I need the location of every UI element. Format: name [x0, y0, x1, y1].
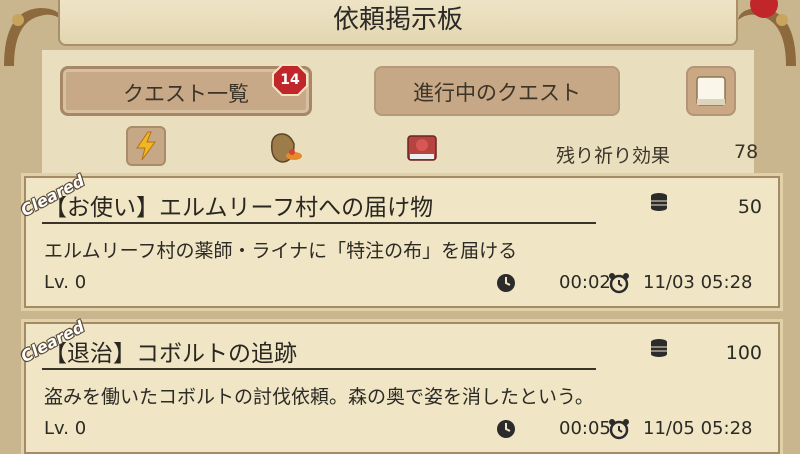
coin-stack-icon	[651, 339, 667, 357]
tab-quest-list-label: クエスト一覧	[123, 82, 249, 106]
quest-duration: 00:02	[559, 272, 611, 293]
clock-icon	[497, 274, 515, 292]
journal-button[interactable]	[686, 66, 736, 116]
coin-stack-icon	[651, 193, 667, 211]
divider	[42, 222, 596, 224]
quest-deadline: 11/03 05:28	[643, 272, 753, 293]
filter-bag[interactable]	[264, 126, 304, 166]
journal-icon	[696, 76, 726, 106]
quest-title: 【お使い】エルムリーフ村への届け物	[44, 195, 434, 221]
quest-title: 【退治】コボルトの追跡	[44, 341, 297, 367]
quest-reward: 100	[725, 342, 762, 364]
alarm-clock-icon	[609, 273, 629, 294]
quest-reward: 50	[737, 196, 762, 218]
quest-level: Lv. 0	[44, 272, 87, 293]
bag-icon	[270, 133, 302, 163]
tab-in-progress-label: 進行中のクエスト	[413, 81, 581, 105]
page-title: 依頼掲示板	[332, 5, 463, 35]
quest-duration: 00:05	[559, 418, 611, 439]
quest-deadline: 11/05 05:28	[643, 418, 753, 439]
clock-icon	[497, 420, 515, 438]
prayer-effect-value: 78	[734, 141, 759, 163]
quest-count: 14	[280, 72, 300, 88]
page-title-banner: 依頼掲示板	[58, 0, 738, 46]
quest-level: Lv. 0	[44, 418, 87, 439]
quest-count-badge: 14	[272, 64, 308, 96]
prayer-effect-label: 残り祈り効果	[556, 145, 671, 167]
tab-in-progress[interactable]: 進行中のクエスト	[374, 66, 620, 116]
filter-lightning[interactable]	[126, 126, 166, 166]
lightning-icon	[136, 131, 156, 161]
alarm-clock-icon	[609, 419, 629, 440]
filter-book[interactable]	[402, 126, 442, 166]
quest-description: エルムリーフ村の薬師・ライナに「特注の布」を届ける	[44, 240, 518, 262]
quest-card[interactable]: 【お使い】エルムリーフ村への届け物 50 エルムリーフ村の薬師・ライナに「特注の…	[18, 171, 780, 308]
divider	[42, 368, 596, 370]
quest-description: 盗みを働いたコボルトの討伐依頼。森の奥で姿を消したという。	[44, 386, 594, 408]
quest-card[interactable]: 【退治】コボルトの追跡 100 盗みを働いたコボルトの討伐依頼。森の奥で姿を消し…	[18, 317, 780, 454]
red-book-icon	[407, 135, 437, 161]
